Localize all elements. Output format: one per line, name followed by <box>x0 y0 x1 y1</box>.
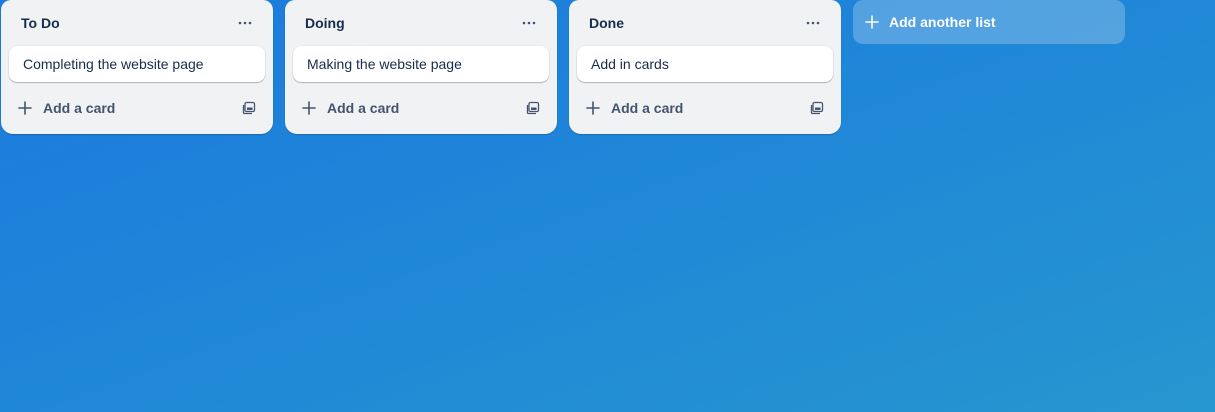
list-header: Doing <box>293 0 549 46</box>
list-doing: Doing Making the website page Add a card <box>285 0 557 134</box>
add-card-label: Add a card <box>43 100 116 116</box>
more-horizontal-icon <box>522 21 536 25</box>
list-footer: Add a card <box>9 90 265 126</box>
board-canvas: To Do Completing the website page Add a … <box>1 0 1125 134</box>
list-title[interactable]: Done <box>589 15 624 31</box>
card-template-icon <box>810 101 824 115</box>
create-from-template-button[interactable] <box>517 92 549 124</box>
list-header: To Do <box>9 0 265 46</box>
list-to-do: To Do Completing the website page Add a … <box>1 0 273 134</box>
card[interactable]: Add in cards <box>577 46 833 82</box>
create-from-template-button[interactable] <box>233 92 265 124</box>
plus-icon <box>17 100 33 116</box>
more-horizontal-icon <box>238 21 252 25</box>
add-card-label: Add a card <box>327 100 400 116</box>
card[interactable]: Completing the website page <box>9 46 265 82</box>
list-menu-button[interactable] <box>513 7 545 39</box>
list-done: Done Add in cards Add a card <box>569 0 841 134</box>
list-title[interactable]: Doing <box>305 15 345 31</box>
create-from-template-button[interactable] <box>801 92 833 124</box>
add-another-list-button[interactable]: Add another list <box>853 0 1125 44</box>
card-title: Completing the website page <box>23 56 204 72</box>
add-card-button[interactable]: Add a card <box>293 92 517 124</box>
card-template-icon <box>526 101 540 115</box>
more-horizontal-icon <box>806 21 820 25</box>
card[interactable]: Making the website page <box>293 46 549 82</box>
list-header: Done <box>577 0 833 46</box>
card-title: Making the website page <box>307 56 462 72</box>
list-title[interactable]: To Do <box>21 15 60 31</box>
list-footer: Add a card <box>293 90 549 126</box>
card-title: Add in cards <box>591 56 669 72</box>
card-template-icon <box>242 101 256 115</box>
plus-icon <box>301 100 317 116</box>
add-card-button[interactable]: Add a card <box>577 92 801 124</box>
plus-icon <box>585 100 601 116</box>
list-menu-button[interactable] <box>229 7 261 39</box>
list-menu-button[interactable] <box>797 7 829 39</box>
list-footer: Add a card <box>577 90 833 126</box>
plus-icon <box>865 15 879 29</box>
add-card-label: Add a card <box>611 100 684 116</box>
add-another-list-label: Add another list <box>889 14 996 30</box>
add-card-button[interactable]: Add a card <box>9 92 233 124</box>
